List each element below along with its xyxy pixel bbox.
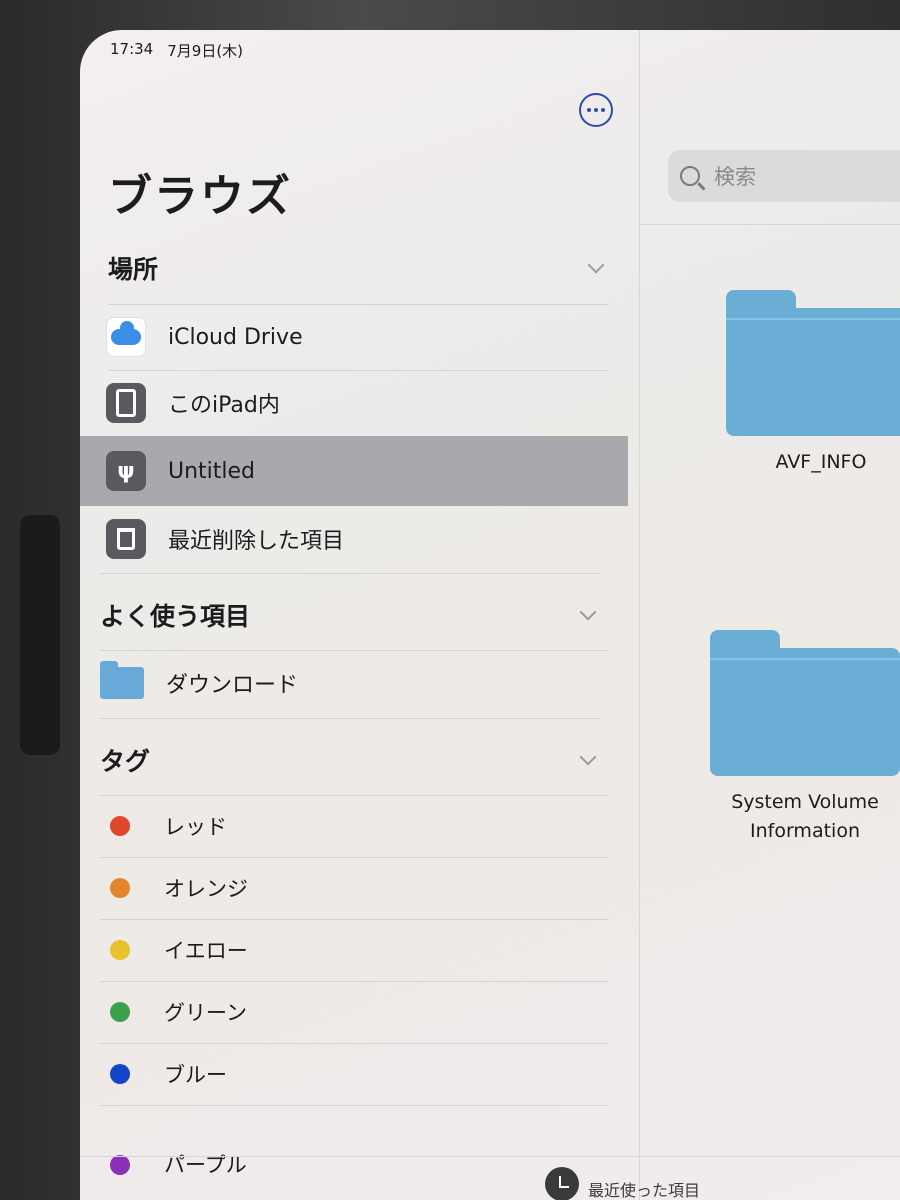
chevron-down-icon[interactable] xyxy=(579,603,597,621)
trash-icon xyxy=(106,519,146,559)
page-title: ブラウズ xyxy=(108,171,292,222)
divider xyxy=(100,981,608,982)
search-input[interactable]: 検索 xyxy=(668,150,900,202)
icloud-icon xyxy=(106,317,146,357)
tag-item-red[interactable]: レッド xyxy=(80,795,628,857)
ipad-icon xyxy=(106,383,146,423)
status-bar: 17:34 7月9日(木) xyxy=(110,40,243,61)
folder-name: System Volume Information xyxy=(731,791,879,842)
sidebar: 17:34 7月9日(木) ブラウズ 場所 iCloud Drive このiPa… xyxy=(80,30,640,1200)
tag-item-blue[interactable]: ブルー xyxy=(80,1043,628,1105)
sidebar-item-downloads[interactable]: ダウンロード xyxy=(80,650,628,716)
status-time: 17:34 xyxy=(110,40,154,58)
tag-label: オレンジ xyxy=(164,877,248,901)
sidebar-item-label: このiPad内 xyxy=(168,393,280,418)
sidebar-item-on-my-ipad[interactable]: このiPad内 xyxy=(80,370,628,436)
tag-color-dot xyxy=(110,816,130,836)
more-options-button[interactable] xyxy=(579,93,613,127)
section-header-tags[interactable]: タグ xyxy=(100,718,600,780)
tab-recents-label[interactable]: 最近使った項目 xyxy=(588,1177,700,1200)
sidebar-item-label: 最近削除した項目 xyxy=(168,529,345,554)
divider xyxy=(108,370,608,371)
tag-color-dot xyxy=(110,878,130,898)
download-folder-icon xyxy=(100,661,144,699)
search-icon xyxy=(680,166,700,186)
bottom-tab-bar: 最近使った項目 xyxy=(80,1156,900,1200)
section-label: よく使う項目 xyxy=(100,602,251,631)
divider xyxy=(100,1105,608,1106)
sidebar-item-icloud-drive[interactable]: iCloud Drive xyxy=(80,304,628,370)
search-placeholder: 検索 xyxy=(714,165,756,189)
ellipsis-icon-dot xyxy=(587,108,591,112)
divider xyxy=(100,1043,608,1044)
ellipsis-icon-dot xyxy=(601,108,605,112)
folder-icon xyxy=(726,290,900,436)
tag-item-green[interactable]: グリーン xyxy=(80,981,628,1043)
divider xyxy=(100,795,608,796)
status-date: 7月9日(木) xyxy=(167,42,244,60)
divider xyxy=(100,857,608,858)
divider xyxy=(100,650,608,651)
folder-icon xyxy=(710,630,900,776)
divider xyxy=(100,919,608,920)
section-header-favorites[interactable]: よく使う項目 xyxy=(100,573,600,635)
sidebar-item-untitled[interactable]: ψ Untitled xyxy=(80,436,628,506)
chevron-down-icon[interactable] xyxy=(579,748,597,766)
tag-label: グリーン xyxy=(164,1001,247,1025)
usb-drive-icon: ψ xyxy=(106,451,146,491)
divider xyxy=(108,304,608,305)
tag-label: イエロー xyxy=(164,939,248,963)
sidebar-item-label: Untitled xyxy=(168,458,256,484)
tag-label: レッド xyxy=(164,815,227,839)
tag-color-dot xyxy=(110,1064,130,1084)
tag-color-dot xyxy=(110,1002,130,1022)
device-side-notch xyxy=(20,515,60,755)
tag-item-yellow[interactable]: イエロー xyxy=(80,919,628,981)
tag-color-dot xyxy=(110,940,130,960)
tag-item-orange[interactable]: オレンジ xyxy=(80,857,628,919)
section-header-locations[interactable]: 場所 xyxy=(108,248,608,288)
sidebar-item-label: iCloud Drive xyxy=(168,324,303,350)
divider xyxy=(640,224,900,225)
sidebar-item-label: ダウンロード xyxy=(166,673,299,698)
folder-name: AVF_INFO xyxy=(775,451,867,473)
tag-label: ブルー xyxy=(164,1063,227,1087)
folder-avf-info[interactable]: AVF_INFO xyxy=(726,290,900,477)
screen: 17:34 7月9日(木) ブラウズ 場所 iCloud Drive このiPa… xyxy=(80,30,900,1200)
ellipsis-icon-dot xyxy=(594,108,598,112)
clock-icon[interactable] xyxy=(545,1167,579,1200)
sidebar-item-recently-deleted[interactable]: 最近削除した項目 xyxy=(80,506,628,572)
file-browser-content: 検索 AVF_INFO System Volume Information xyxy=(640,30,900,1200)
section-label: タグ xyxy=(100,747,151,776)
section-label: 場所 xyxy=(108,255,159,284)
chevron-down-icon[interactable] xyxy=(587,256,605,274)
folder-system-volume-information[interactable]: System Volume Information xyxy=(710,630,900,846)
